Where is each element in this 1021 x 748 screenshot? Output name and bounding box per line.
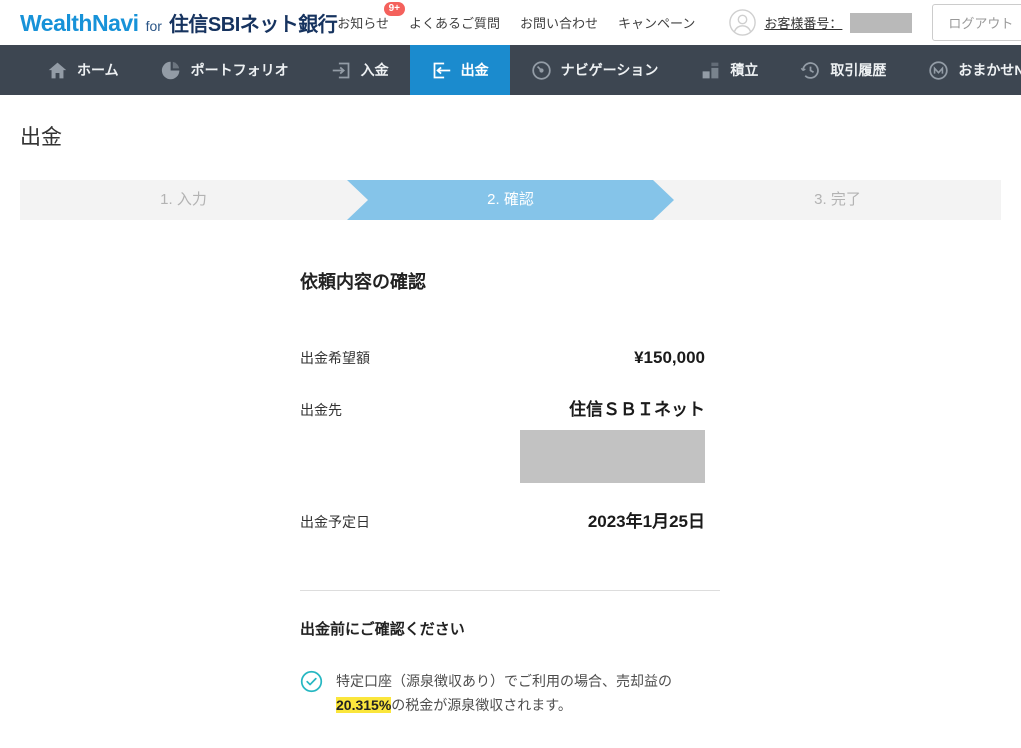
nav-item-home[interactable]: ホーム	[26, 45, 140, 95]
wealthnavi-n-icon	[929, 60, 949, 80]
nav-label: 入金	[360, 62, 389, 78]
faq-link[interactable]: よくあるご質問	[409, 13, 500, 32]
portfolio-pie-icon	[161, 61, 179, 79]
logo-brand-text: WealthNavi	[20, 10, 139, 36]
row-withdraw-amount: 出金希望額 ¥150,000	[300, 348, 705, 368]
contact-link[interactable]: お問い合わせ	[520, 13, 598, 32]
row-label: 出金予定日	[300, 514, 370, 530]
customer-number-redacted	[850, 12, 913, 33]
nav-item-deposit[interactable]: 入金	[310, 45, 410, 95]
nav-item-history[interactable]: 取引履歴	[779, 45, 907, 95]
news-count-badge: 9+	[383, 2, 405, 16]
check-circle-icon	[300, 670, 323, 693]
user-avatar-icon	[729, 9, 757, 36]
nav-label: ポートフォリオ	[190, 62, 289, 78]
nav-item-omakase-nisa[interactable]: おまかせNISA	[907, 45, 1021, 95]
deposit-icon	[332, 62, 349, 78]
page-title: 出金	[20, 126, 62, 149]
withdraw-icon	[433, 62, 450, 78]
withdraw-amount-value: ¥150,000	[634, 348, 705, 367]
step-1-input: 1. 入力	[160, 191, 207, 208]
tsumitate-bars-icon	[702, 62, 719, 78]
nav-label: ナビゲーション	[560, 62, 659, 78]
customer-number-label[interactable]: お客様番号：	[764, 13, 842, 32]
home-icon	[48, 62, 67, 78]
nav-item-portfolio[interactable]: ポートフォリオ	[140, 45, 310, 95]
notice-text: 特定口座（源泉徴収あり）でご利用の場合、売却益の20.315%の税金が源泉徴収さ…	[336, 673, 672, 713]
nav-label: おまかせNISA	[958, 62, 1021, 78]
logo-for-text: for	[145, 18, 162, 34]
nav-label: 積立	[730, 62, 759, 78]
row-withdraw-destination: 出金先 住信ＳＢＩネット	[300, 395, 705, 420]
confirm-rows: 出金希望額 ¥150,000 出金先 住信ＳＢＩネット 出金予定日 2023年1…	[300, 348, 720, 532]
notice-heading: 出金前にご確認ください	[300, 621, 465, 638]
nav-item-navigation[interactable]: ナビゲーション	[510, 45, 680, 95]
account-area[interactable]: お客様番号：	[729, 9, 913, 36]
nav-item-tsumitate[interactable]: 積立	[679, 45, 779, 95]
news-link[interactable]: お知らせ 9+	[337, 2, 405, 32]
nav-label: 取引履歴	[830, 62, 887, 78]
account-details-redacted	[520, 430, 705, 483]
row-label: 出金希望額	[300, 350, 370, 366]
progress-steps: 1. 入力 2. 確認 3. 完了	[20, 180, 1001, 220]
withdraw-date-value: 2023年1月25日	[587, 512, 705, 531]
nav-item-withdraw[interactable]: 出金	[409, 45, 510, 95]
confirm-heading: 依頼内容の確認	[300, 272, 426, 292]
section-divider	[300, 590, 720, 591]
notice-item-tax: 特定口座（源泉徴収あり）でご利用の場合、売却益の20.315%の税金が源泉徴収さ…	[300, 669, 720, 717]
navigation-gauge-icon	[531, 60, 551, 80]
row-withdraw-date: 出金予定日 2023年1月25日	[300, 507, 705, 532]
confirm-panel: 依頼内容の確認 出金希望額 ¥150,000 出金先 住信ＳＢＩネット 出金予定…	[300, 268, 720, 748]
logout-button[interactable]: ログアウト	[932, 4, 1021, 41]
wealthnavi-logo[interactable]: WealthNavi for 住信SBIネット銀行	[20, 8, 338, 37]
nav-label: 出金	[460, 62, 489, 78]
history-clock-icon	[801, 61, 820, 79]
main-navigation: ホーム ポートフォリオ 入金 出金 ナビゲーション 積立 取引履歴 おまかせN	[0, 45, 1021, 95]
row-label: 出金先	[300, 402, 342, 418]
campaign-link[interactable]: キャンペーン	[618, 13, 695, 32]
step-3-complete: 3. 完了	[814, 191, 861, 208]
logo-partner-text: 住信SBIネット銀行	[168, 14, 338, 36]
top-header: WealthNavi for 住信SBIネット銀行 お知らせ 9+ よくあるご質…	[0, 0, 1021, 45]
nav-label: ホーム	[77, 62, 119, 78]
utility-nav: お知らせ 9+ よくあるご質問 お問い合わせ キャンペーン お客様番号： ログア…	[337, 2, 1021, 41]
withdraw-destination-value: 住信ＳＢＩネット	[569, 400, 705, 419]
step-2-confirm: 2. 確認	[347, 180, 674, 220]
